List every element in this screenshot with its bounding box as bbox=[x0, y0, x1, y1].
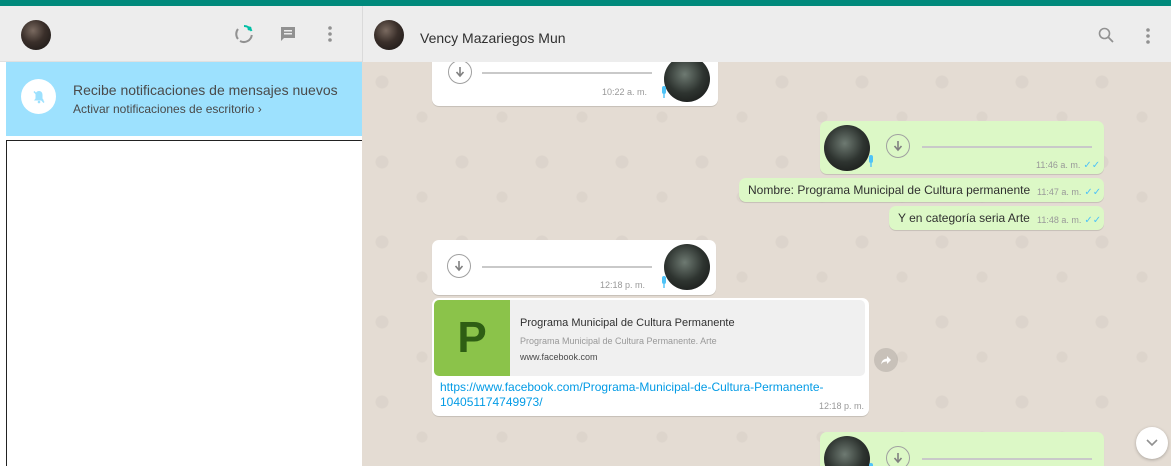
link-preview-title: Programa Municipal de Cultura Permanente bbox=[520, 317, 735, 329]
left-header bbox=[0, 6, 371, 62]
text-message: Y en categoría seria Arte 11:48 a. m. ✓✓ bbox=[889, 206, 1104, 230]
message-time-status: 11:46 a. m. ✓✓ bbox=[1036, 160, 1100, 171]
message-time: 12:18 p. m. bbox=[600, 280, 646, 290]
search-icon[interactable] bbox=[1097, 26, 1117, 46]
message-time: 12:18 p. m. bbox=[819, 401, 865, 411]
voice-message: 12:18 p. m. bbox=[432, 240, 716, 295]
notification-banner[interactable]: Recibe notificaciones de mensajes nuevos… bbox=[6, 62, 372, 136]
mic-icon bbox=[867, 462, 875, 466]
mic-icon bbox=[660, 85, 668, 98]
status-icon[interactable] bbox=[232, 22, 256, 46]
message-time-status: 11:48 a. m. ✓✓ bbox=[1037, 215, 1101, 226]
menu-icon[interactable] bbox=[318, 22, 342, 46]
message-time: 11:47 a. m. bbox=[1037, 187, 1082, 197]
enable-notifications-link[interactable]: Activar notificaciones de escritorio › bbox=[73, 102, 262, 116]
read-ticks-icon: ✓✓ bbox=[1084, 187, 1102, 198]
audio-progress-track[interactable] bbox=[922, 146, 1092, 148]
message-time-status: 11:48 a. m.11:47 a. m.✓✓ bbox=[1037, 187, 1101, 198]
voice-message bbox=[820, 432, 1104, 466]
link-preview-card[interactable]: P Programa Municipal de Cultura Permanen… bbox=[434, 300, 865, 376]
mic-icon bbox=[867, 154, 875, 167]
sender-avatar bbox=[824, 436, 870, 466]
mic-icon bbox=[660, 275, 668, 288]
text-message: Nombre: Programa Municipal de Cultura pe… bbox=[739, 178, 1104, 202]
sender-avatar bbox=[824, 125, 870, 171]
audio-progress-track[interactable] bbox=[482, 72, 652, 74]
download-icon[interactable] bbox=[447, 254, 471, 278]
chat-list bbox=[6, 140, 371, 466]
message-time: 10:22 a. m. bbox=[602, 87, 648, 97]
left-panel: Recibe notificaciones de mensajes nuevos… bbox=[0, 6, 372, 466]
forward-icon[interactable] bbox=[874, 348, 898, 372]
scroll-down-button[interactable] bbox=[1136, 427, 1168, 459]
message-link[interactable]: https://www.facebook.com/Programa-Munici… bbox=[440, 380, 860, 410]
chat-header[interactable]: Vency Mazariegos Mun bbox=[362, 6, 1171, 62]
download-icon[interactable] bbox=[886, 134, 910, 158]
download-icon[interactable] bbox=[448, 62, 472, 84]
notification-title: Recibe notificaciones de mensajes nuevos bbox=[73, 82, 338, 98]
voice-message: 11:46 a. m. ✓✓ bbox=[820, 121, 1104, 174]
link-preview-thumbnail: P bbox=[434, 300, 510, 376]
sender-avatar bbox=[664, 62, 710, 102]
link-preview-description: Programa Municipal de Cultura Permanente… bbox=[520, 336, 717, 346]
read-ticks-icon: ✓✓ bbox=[1083, 160, 1101, 171]
audio-progress-track[interactable] bbox=[482, 266, 652, 268]
user-avatar[interactable] bbox=[21, 20, 51, 50]
link-preview-site: www.facebook.com bbox=[520, 352, 598, 362]
message-time: 11:46 a. m. bbox=[1036, 160, 1081, 170]
read-ticks-icon: ✓✓ bbox=[1084, 215, 1102, 226]
link-message: P Programa Municipal de Cultura Permanen… bbox=[432, 298, 869, 416]
bell-off-icon bbox=[21, 79, 56, 114]
contact-name[interactable]: Vency Mazariegos Mun bbox=[420, 30, 566, 46]
voice-message: 10:22 a. m. bbox=[432, 62, 718, 106]
contact-avatar[interactable] bbox=[374, 20, 404, 50]
chat-menu-icon[interactable] bbox=[1138, 24, 1158, 48]
message-time: 11:48 a. m. bbox=[1037, 215, 1082, 225]
conversation-panel: Vency Mazariegos Mun 10:22 a. m. 11:46 a… bbox=[362, 6, 1171, 466]
audio-progress-track[interactable] bbox=[922, 458, 1092, 460]
message-text: Y en categoría seria Arte bbox=[898, 211, 1030, 225]
download-icon[interactable] bbox=[886, 446, 910, 466]
sender-avatar bbox=[664, 244, 710, 290]
message-text: Nombre: Programa Municipal de Cultura pe… bbox=[748, 183, 1031, 197]
message-area[interactable]: 10:22 a. m. 11:46 a. m. ✓✓ Nombre: Progra… bbox=[362, 62, 1171, 466]
new-chat-icon[interactable] bbox=[276, 22, 300, 46]
